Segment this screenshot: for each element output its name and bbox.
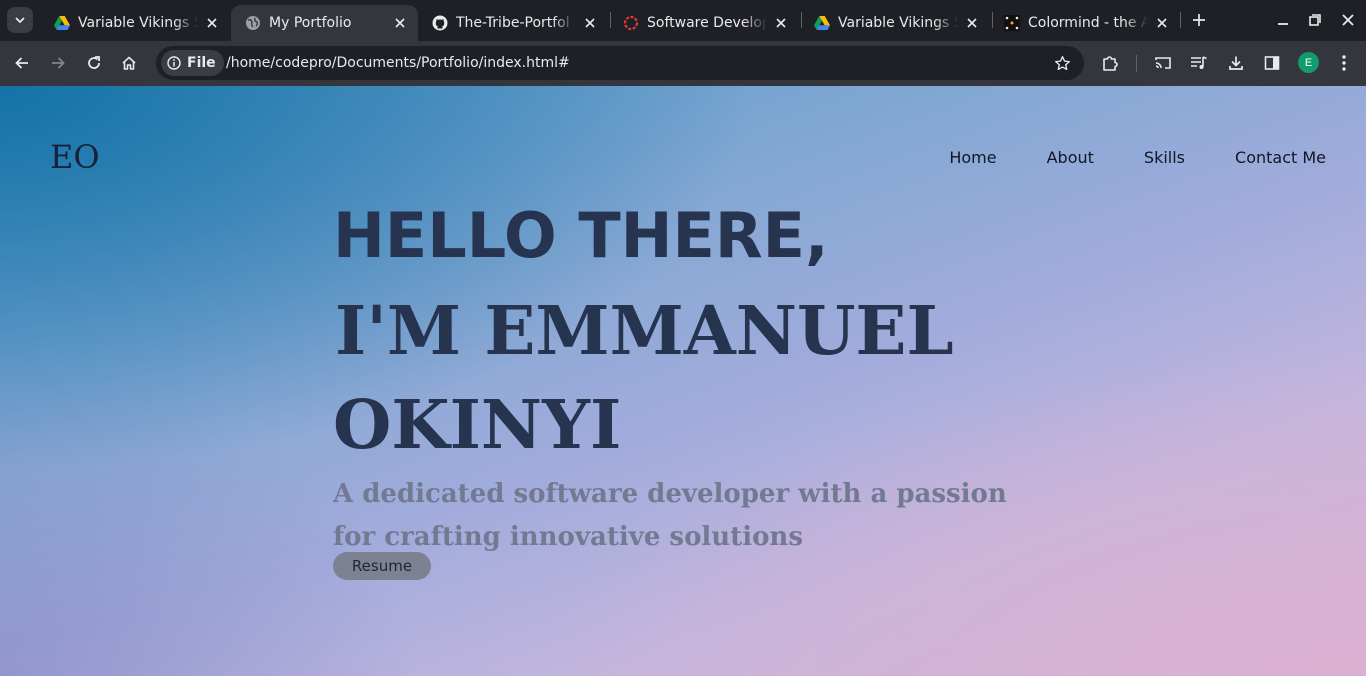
new-tab-button[interactable] [1188, 9, 1210, 31]
scheme-label: File [187, 55, 216, 71]
portfolio-page: EO Home About Skills Contact Me HELLO TH… [0, 86, 1366, 676]
profile-avatar[interactable]: E [1298, 52, 1319, 73]
tab-software-developer[interactable]: Software Develop [609, 5, 799, 41]
home-icon [122, 56, 136, 70]
hero-name-line: I'M EMMANUEL [335, 291, 954, 370]
star-icon [1054, 55, 1070, 70]
minimize-button[interactable] [1272, 9, 1294, 31]
close-icon[interactable] [582, 15, 598, 31]
cast-icon [1155, 57, 1171, 69]
tab-colormind[interactable]: Colormind - the A [990, 5, 1180, 41]
tab-title: The-Tribe-Portfol [456, 15, 570, 31]
nav-skills[interactable]: Skills [1144, 148, 1185, 167]
site-info-chip[interactable]: File [161, 50, 224, 76]
bookmark-button[interactable] [1052, 53, 1072, 73]
hero-greeting: HELLO THERE, [333, 199, 829, 272]
address-bar[interactable]: File /home/codepro/Documents/Portfolio/i… [156, 46, 1084, 80]
main-nav: Home About Skills Contact Me [949, 148, 1326, 167]
tab-the-tribe-portfolio[interactable]: The-Tribe-Portfol [418, 5, 608, 41]
forward-button[interactable] [46, 51, 70, 75]
close-icon[interactable] [392, 15, 408, 31]
github-icon [432, 15, 448, 31]
toolbar-separator [1136, 55, 1137, 72]
url-text[interactable]: /home/codepro/Documents/Portfolio/index.… [226, 46, 570, 80]
google-drive-icon [54, 15, 70, 31]
reload-icon [88, 56, 100, 69]
red-ring-icon [623, 15, 639, 31]
colormind-icon [1004, 15, 1020, 31]
hero-surname: OKINYI [333, 385, 622, 464]
side-panel-icon [1264, 56, 1280, 70]
tab-search-button[interactable] [7, 7, 33, 33]
extensions-button[interactable] [1098, 51, 1122, 75]
tab-title: My Portfolio [269, 15, 352, 31]
tab-variable-vikings-2[interactable]: Variable Vikings S [800, 5, 990, 41]
browser-toolbar: File /home/codepro/Documents/Portfolio/i… [0, 41, 1366, 86]
hero-tagline: A dedicated software developer with a pa… [333, 479, 1007, 552]
download-icon [1229, 56, 1243, 70]
tab-strip: Variable Vikings S My Portfolio The-Trib… [0, 0, 1366, 41]
arrow-left-icon [15, 57, 28, 69]
nav-contact-me[interactable]: Contact Me [1235, 148, 1326, 167]
close-icon[interactable] [1154, 15, 1170, 31]
tab-title: Variable Vikings S [838, 15, 958, 31]
restore-icon [1309, 14, 1321, 26]
cast-button[interactable] [1151, 51, 1175, 75]
close-icon[interactable] [773, 15, 789, 31]
close-window-button[interactable] [1337, 9, 1359, 31]
globe-icon [245, 15, 261, 31]
tab-title: Variable Vikings S [78, 15, 198, 31]
home-button[interactable] [117, 51, 141, 75]
side-panel-button[interactable] [1260, 51, 1284, 75]
google-drive-icon [814, 15, 830, 31]
music-queue-icon [1191, 56, 1207, 69]
close-icon [1342, 14, 1354, 26]
tab-title: Software Develop [647, 15, 767, 31]
kebab-menu-icon [1342, 55, 1346, 71]
nav-home[interactable]: Home [949, 148, 996, 167]
tab-variable-vikings-1[interactable]: Variable Vikings S [40, 5, 230, 41]
plus-icon [1193, 14, 1205, 26]
maximize-button[interactable] [1304, 9, 1326, 31]
puzzle-icon [1103, 56, 1118, 71]
minimize-icon [1278, 23, 1288, 25]
resume-button[interactable]: Resume [333, 552, 431, 580]
reload-button[interactable] [82, 51, 106, 75]
media-controls-button[interactable] [1187, 51, 1211, 75]
nav-about[interactable]: About [1047, 148, 1094, 167]
site-logo[interactable]: EO [50, 138, 100, 176]
info-icon [167, 56, 181, 70]
arrow-right-icon [52, 57, 65, 69]
menu-button[interactable] [1332, 51, 1356, 75]
close-icon[interactable] [204, 15, 220, 31]
back-button[interactable] [10, 51, 34, 75]
tab-title: Colormind - the A [1028, 15, 1148, 31]
tab-my-portfolio[interactable]: My Portfolio [231, 5, 418, 41]
downloads-button[interactable] [1224, 51, 1248, 75]
chevron-down-icon [15, 17, 25, 23]
close-icon[interactable] [964, 15, 980, 31]
tab-separator [1180, 12, 1181, 28]
